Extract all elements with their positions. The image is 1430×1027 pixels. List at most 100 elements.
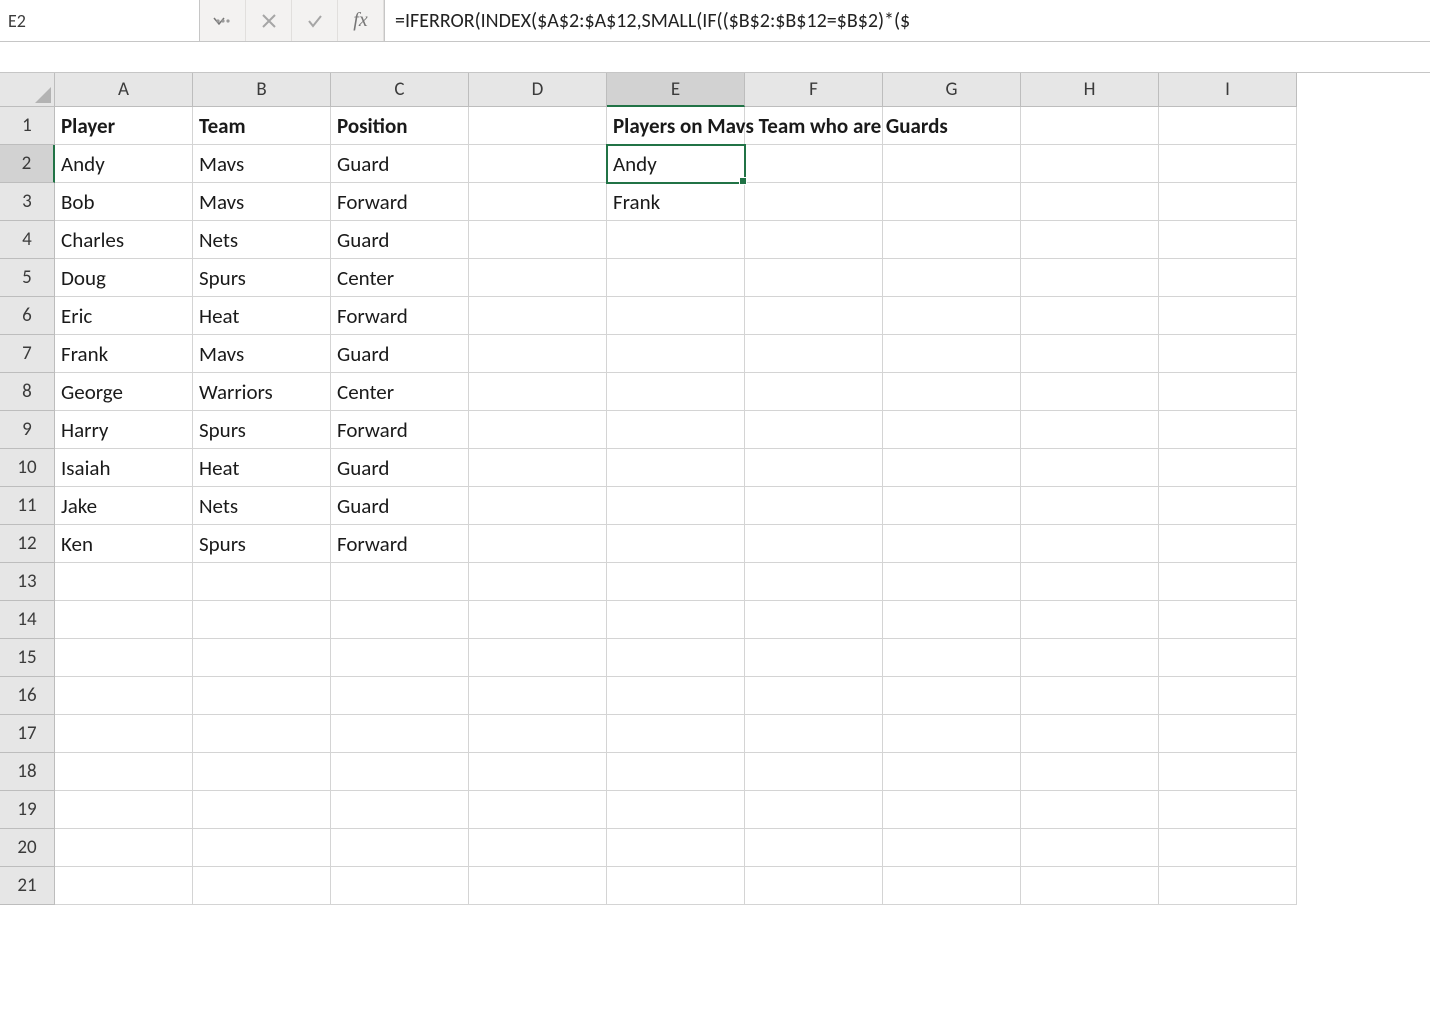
cell-B10[interactable]: Heat — [193, 449, 331, 487]
row-header-7[interactable]: 7 — [0, 335, 55, 373]
cell-B21[interactable] — [193, 867, 331, 905]
cell-D10[interactable] — [469, 449, 607, 487]
cell-D9[interactable] — [469, 411, 607, 449]
cell-A17[interactable] — [55, 715, 193, 753]
name-box-input[interactable] — [8, 10, 213, 32]
cell-H9[interactable] — [1021, 411, 1159, 449]
cell-B3[interactable]: Mavs — [193, 183, 331, 221]
cell-I17[interactable] — [1159, 715, 1297, 753]
cell-I20[interactable] — [1159, 829, 1297, 867]
cell-G18[interactable] — [883, 753, 1021, 791]
row-header-16[interactable]: 16 — [0, 677, 55, 715]
cell-C15[interactable] — [331, 639, 469, 677]
cell-A15[interactable] — [55, 639, 193, 677]
cell-I19[interactable] — [1159, 791, 1297, 829]
cell-E17[interactable] — [607, 715, 745, 753]
cell-C3[interactable]: Forward — [331, 183, 469, 221]
cell-B15[interactable] — [193, 639, 331, 677]
row-header-10[interactable]: 10 — [0, 449, 55, 487]
cell-F4[interactable] — [745, 221, 883, 259]
cell-E5[interactable] — [607, 259, 745, 297]
cell-C18[interactable] — [331, 753, 469, 791]
cancel-formula-icon[interactable] — [246, 0, 292, 41]
cell-A8[interactable]: George — [55, 373, 193, 411]
cell-B8[interactable]: Warriors — [193, 373, 331, 411]
row-header-14[interactable]: 14 — [0, 601, 55, 639]
cell-H20[interactable] — [1021, 829, 1159, 867]
cell-F15[interactable] — [745, 639, 883, 677]
cell-I12[interactable] — [1159, 525, 1297, 563]
cell-F3[interactable] — [745, 183, 883, 221]
cell-B7[interactable]: Mavs — [193, 335, 331, 373]
col-header-G[interactable]: G — [883, 73, 1021, 107]
row-header-9[interactable]: 9 — [0, 411, 55, 449]
cell-G14[interactable] — [883, 601, 1021, 639]
cell-E6[interactable] — [607, 297, 745, 335]
cell-G12[interactable] — [883, 525, 1021, 563]
cell-G6[interactable] — [883, 297, 1021, 335]
cell-A21[interactable] — [55, 867, 193, 905]
cell-G5[interactable] — [883, 259, 1021, 297]
cell-E8[interactable] — [607, 373, 745, 411]
cell-D13[interactable] — [469, 563, 607, 601]
row-header-17[interactable]: 17 — [0, 715, 55, 753]
cell-G17[interactable] — [883, 715, 1021, 753]
cell-D19[interactable] — [469, 791, 607, 829]
col-header-F[interactable]: F — [745, 73, 883, 107]
cell-C13[interactable] — [331, 563, 469, 601]
row-header-5[interactable]: 5 — [0, 259, 55, 297]
cell-H17[interactable] — [1021, 715, 1159, 753]
cell-I3[interactable] — [1159, 183, 1297, 221]
row-header-6[interactable]: 6 — [0, 297, 55, 335]
cell-D3[interactable] — [469, 183, 607, 221]
cell-C12[interactable]: Forward — [331, 525, 469, 563]
cell-A12[interactable]: Ken — [55, 525, 193, 563]
cell-E3[interactable]: Frank — [607, 183, 745, 221]
cell-A9[interactable]: Harry — [55, 411, 193, 449]
cell-D4[interactable] — [469, 221, 607, 259]
cell-C1[interactable]: Position — [331, 107, 469, 145]
row-header-2[interactable]: 2 — [0, 145, 55, 183]
cell-B17[interactable] — [193, 715, 331, 753]
cell-B4[interactable]: Nets — [193, 221, 331, 259]
cell-B5[interactable]: Spurs — [193, 259, 331, 297]
fx-icon[interactable]: fx — [338, 0, 384, 41]
cell-D7[interactable] — [469, 335, 607, 373]
cell-G8[interactable] — [883, 373, 1021, 411]
col-header-D[interactable]: D — [469, 73, 607, 107]
cell-H18[interactable] — [1021, 753, 1159, 791]
cell-C21[interactable] — [331, 867, 469, 905]
row-header-8[interactable]: 8 — [0, 373, 55, 411]
cell-H7[interactable] — [1021, 335, 1159, 373]
cell-C19[interactable] — [331, 791, 469, 829]
cell-H10[interactable] — [1021, 449, 1159, 487]
cell-I10[interactable] — [1159, 449, 1297, 487]
cell-F16[interactable] — [745, 677, 883, 715]
cell-F7[interactable] — [745, 335, 883, 373]
cell-H3[interactable] — [1021, 183, 1159, 221]
cell-F6[interactable] — [745, 297, 883, 335]
row-header-3[interactable]: 3 — [0, 183, 55, 221]
cell-E16[interactable] — [607, 677, 745, 715]
cell-D8[interactable] — [469, 373, 607, 411]
cell-G15[interactable] — [883, 639, 1021, 677]
cell-A5[interactable]: Doug — [55, 259, 193, 297]
spreadsheet-grid[interactable]: ABCDEFGHI1PlayerTeamPositionPlayers on M… — [0, 72, 1430, 905]
col-header-I[interactable]: I — [1159, 73, 1297, 107]
cell-C5[interactable]: Center — [331, 259, 469, 297]
cell-A16[interactable] — [55, 677, 193, 715]
cell-F17[interactable] — [745, 715, 883, 753]
cell-F13[interactable] — [745, 563, 883, 601]
cell-A4[interactable]: Charles — [55, 221, 193, 259]
col-header-B[interactable]: B — [193, 73, 331, 107]
cell-I15[interactable] — [1159, 639, 1297, 677]
cell-D6[interactable] — [469, 297, 607, 335]
cell-E4[interactable] — [607, 221, 745, 259]
cell-C9[interactable]: Forward — [331, 411, 469, 449]
cell-C2[interactable]: Guard — [331, 145, 469, 183]
cell-D17[interactable] — [469, 715, 607, 753]
cell-H1[interactable] — [1021, 107, 1159, 145]
cell-B1[interactable]: Team — [193, 107, 331, 145]
row-header-12[interactable]: 12 — [0, 525, 55, 563]
cell-H21[interactable] — [1021, 867, 1159, 905]
